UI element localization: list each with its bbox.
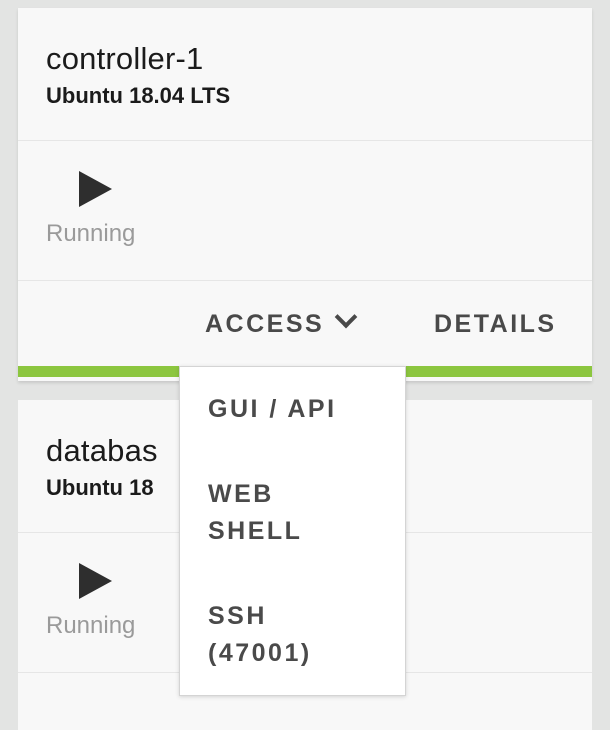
menu-item-ssh[interactable]: SSH (47001) xyxy=(208,598,358,672)
access-button[interactable]: ACCESS xyxy=(205,305,358,339)
instance-card-controller-1: controller-1 Ubuntu 18.04 LTS Running AC… xyxy=(18,8,592,381)
card-actions: ACCESS DETAILS xyxy=(18,281,592,366)
play-icon xyxy=(79,563,112,599)
card-header: controller-1 Ubuntu 18.04 LTS xyxy=(18,8,592,141)
card-status: Running xyxy=(18,141,592,281)
access-button-label: ACCESS xyxy=(205,310,325,338)
menu-item-gui-api[interactable]: GUI / API xyxy=(208,391,378,428)
status-label: Running xyxy=(46,612,136,639)
menu-item-label: GUI / API xyxy=(208,395,337,423)
menu-item-label-line2: (47001) xyxy=(208,639,312,667)
play-icon xyxy=(79,171,112,207)
menu-item-label: SSH xyxy=(208,602,267,630)
instance-os: Ubuntu 18.04 LTS xyxy=(46,83,231,108)
details-button[interactable]: DETAILS xyxy=(434,310,557,339)
chevron-down-icon xyxy=(334,305,358,329)
instance-name: databas xyxy=(46,433,158,468)
access-dropdown-menu: GUI / API WEB SHELL SSH (47001) xyxy=(179,366,406,696)
menu-item-web-shell[interactable]: WEB SHELL xyxy=(208,476,308,550)
menu-item-label-line2: SHELL xyxy=(208,517,303,545)
menu-item-label: WEB xyxy=(208,480,274,508)
instance-name: controller-1 xyxy=(46,41,204,76)
instance-os: Ubuntu 18 xyxy=(46,475,154,500)
status-label: Running xyxy=(46,220,136,247)
